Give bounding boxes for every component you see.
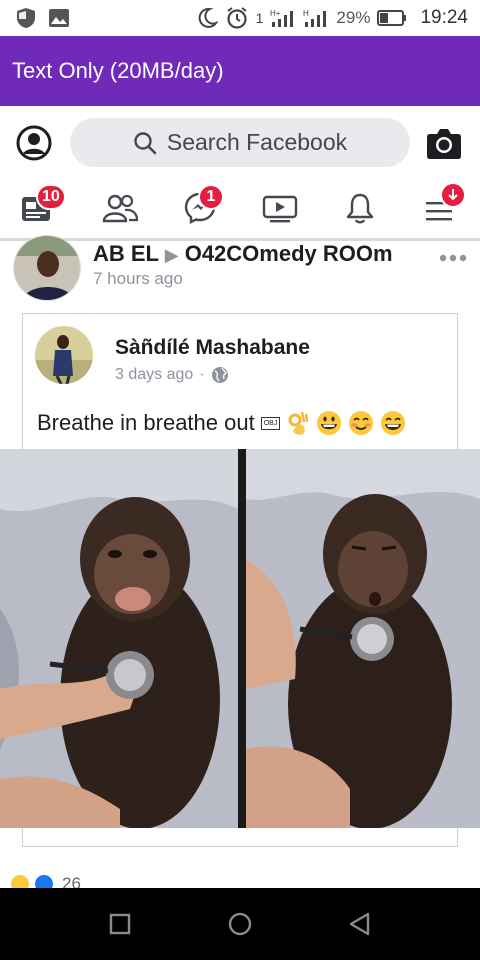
messenger-badge: 1 xyxy=(198,184,224,210)
post-photo[interactable] xyxy=(0,449,480,828)
post-author[interactable]: AB EL xyxy=(93,241,159,266)
tab-menu[interactable] xyxy=(418,182,466,230)
shared-meta: 3 days ago · xyxy=(115,366,229,384)
obj-placeholder: OBJ xyxy=(260,416,281,430)
signal-icon-2: H xyxy=(303,9,327,27)
post-author-line: AB EL ▶ O42COmedy ROOm xyxy=(93,241,393,267)
post-author-arrow: ▶ xyxy=(164,245,179,265)
data-mode-banner[interactable]: Text Only (20MB/day) xyxy=(0,36,480,106)
avatar[interactable] xyxy=(13,235,81,301)
search-row: Search Facebook xyxy=(0,106,480,180)
battery-icon xyxy=(377,10,407,26)
recents-square-icon[interactable] xyxy=(106,910,134,938)
shared-text-body: Breathe in breathe out xyxy=(37,410,255,435)
system-nav-bar xyxy=(0,888,480,960)
status-bar: 1 H+ H 29% 19:24 xyxy=(0,0,480,36)
banner-title: Text Only (20MB/day) xyxy=(12,58,224,83)
friends-icon xyxy=(102,194,139,223)
post-header: AB EL ▶ O42COmedy ROOm 7 hours ago xyxy=(0,235,480,307)
shared-author[interactable]: Sàñdílé Mashabane xyxy=(115,336,310,360)
ok-hand-emoji-icon xyxy=(288,411,309,435)
watch-video-icon xyxy=(262,195,298,223)
svg-text:H: H xyxy=(303,9,309,18)
meta-separator: · xyxy=(199,366,205,383)
shared-time[interactable]: 3 days ago xyxy=(115,366,193,384)
smiling-blush-emoji-icon xyxy=(349,411,374,435)
battery-percent: 29% xyxy=(336,8,371,27)
svg-text:H+: H+ xyxy=(270,9,281,18)
alarm-icon xyxy=(227,7,247,29)
grinning-emoji-icon xyxy=(317,411,342,435)
clock-time: 19:24 xyxy=(420,7,468,28)
moon-icon xyxy=(198,7,218,28)
tab-friends[interactable] xyxy=(98,186,142,230)
post-time[interactable]: 7 hours ago xyxy=(93,269,183,289)
profile-icon[interactable] xyxy=(16,125,52,161)
signal-icon-1: H+ xyxy=(270,9,294,27)
globe-icon xyxy=(211,367,228,383)
laughing-emoji-icon xyxy=(381,411,406,435)
home-badge: 10 xyxy=(36,184,66,210)
post-target-group[interactable]: O42COmedy ROOm xyxy=(185,241,393,266)
tab-home[interactable]: 10 xyxy=(14,184,66,230)
more-options-icon[interactable] xyxy=(438,253,468,263)
tab-bar: 10 1 xyxy=(0,180,480,238)
bell-icon xyxy=(346,193,374,224)
back-triangle-icon[interactable] xyxy=(346,910,374,938)
shared-avatar[interactable] xyxy=(35,326,93,384)
tab-watch[interactable] xyxy=(258,186,302,230)
download-badge-icon xyxy=(440,182,466,208)
search-input[interactable]: Search Facebook xyxy=(70,118,410,167)
search-icon xyxy=(134,131,157,154)
gallery-icon xyxy=(49,9,69,27)
shield-icon xyxy=(17,8,35,28)
tab-messenger[interactable]: 1 xyxy=(178,184,224,230)
network-1-label: 1 xyxy=(255,10,264,26)
shared-text: Breathe in breathe out OBJ xyxy=(37,410,406,436)
home-circle-icon[interactable] xyxy=(226,910,254,938)
search-placeholder: Search Facebook xyxy=(166,129,348,155)
tab-notifications[interactable] xyxy=(338,186,382,230)
camera-icon[interactable] xyxy=(426,126,462,160)
